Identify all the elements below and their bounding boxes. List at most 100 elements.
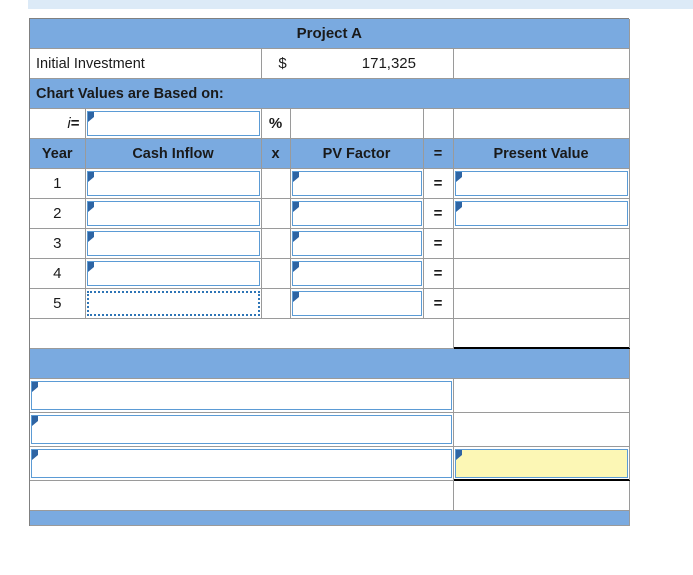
cell-marker-icon [455, 450, 462, 460]
interest-rate-filler-2 [423, 108, 454, 139]
cell-marker-icon [87, 172, 94, 182]
row-year-1: 1 [30, 168, 86, 199]
equals-cell-5: = [423, 288, 454, 319]
cell-marker-icon [292, 172, 299, 182]
row-year-3: 3 [30, 228, 86, 259]
lower-row-1 [30, 378, 630, 413]
pv-factor-cell-1[interactable] [290, 168, 424, 199]
cell-marker-icon [32, 382, 38, 392]
lower-label-cell-3[interactable] [30, 446, 454, 481]
cell-marker-icon [32, 450, 38, 460]
cell-marker-icon [292, 262, 299, 272]
interest-rate-input[interactable] [86, 111, 260, 136]
pv-factor-input-4[interactable] [291, 261, 422, 286]
initial-investment-trailing-cell [453, 48, 630, 79]
chart-values-note-row: Chart Values are Based on: [30, 78, 630, 109]
lower-label-cell-2[interactable] [30, 412, 454, 447]
row-year-5: 5 [30, 288, 86, 319]
interest-rate-label: i= [30, 108, 86, 139]
multiply-cell-5 [261, 288, 291, 319]
table-row: 4 = [30, 258, 630, 289]
interest-rate-filler-1 [290, 108, 424, 139]
subtotal-label [30, 318, 454, 349]
title-row: Project A [30, 19, 630, 49]
lower-label-cell-1[interactable] [30, 378, 454, 413]
pv-factor-input-1[interactable] [291, 171, 422, 196]
initial-investment-row: Initial Investment $ 171,325 [30, 48, 630, 79]
initial-investment-label: Initial Investment [30, 48, 262, 79]
cash-inflow-cell-5[interactable] [85, 288, 262, 319]
column-header-row: Year Cash Inflow x PV Factor = Present V… [30, 138, 630, 169]
cell-marker-icon [87, 262, 94, 272]
cell-marker-icon [87, 112, 94, 122]
subtotal-row [30, 318, 630, 349]
header-cash-inflow: Cash Inflow [85, 138, 262, 169]
header-present-value: Present Value [453, 138, 630, 169]
lower-label-input-3[interactable] [31, 449, 452, 478]
cash-inflow-input-3[interactable] [86, 231, 260, 256]
present-value-input-1[interactable] [454, 171, 628, 196]
cell-marker-icon [87, 232, 94, 242]
result-value-cell[interactable] [453, 446, 630, 481]
interest-rate-equals: = [70, 115, 80, 132]
present-value-cell-5 [453, 288, 630, 319]
cash-inflow-cell-2[interactable] [85, 198, 262, 229]
cell-marker-icon [455, 172, 462, 182]
multiply-cell-1 [261, 168, 291, 199]
project-title: Project A [30, 19, 630, 49]
pv-factor-cell-2[interactable] [290, 198, 424, 229]
cash-inflow-input-2[interactable] [86, 201, 260, 226]
equals-cell-2: = [423, 198, 454, 229]
lower-section-band-row [30, 348, 630, 379]
present-value-input-2[interactable] [454, 201, 628, 226]
pv-factor-input-2[interactable] [291, 201, 422, 226]
pv-factor-input-5[interactable] [291, 291, 422, 316]
cell-marker-icon [87, 202, 94, 212]
interest-rate-input-cell[interactable] [85, 108, 262, 139]
multiply-cell-2 [261, 198, 291, 229]
cell-marker-icon [292, 292, 299, 302]
pv-factor-cell-3[interactable] [290, 228, 424, 259]
header-multiply: x [261, 138, 291, 169]
table-row: 2 = [30, 198, 630, 229]
initial-investment-amount: 171,325 [303, 50, 423, 77]
lower-label-input-1[interactable] [31, 381, 452, 410]
present-value-cell-1[interactable] [453, 168, 630, 199]
table-row: 3 = [30, 228, 630, 259]
interest-rate-row: i= % [30, 108, 630, 139]
cell-marker-icon [292, 232, 299, 242]
pv-factor-input-3[interactable] [291, 231, 422, 256]
table-row: 5 = [30, 288, 630, 319]
percent-symbol: % [261, 108, 291, 139]
cash-inflow-cell-4[interactable] [85, 258, 262, 289]
table-row: 1 = [30, 168, 630, 199]
equals-cell-1: = [423, 168, 454, 199]
result-value-input[interactable] [454, 449, 628, 478]
header-year: Year [30, 138, 86, 169]
cash-inflow-input-4[interactable] [86, 261, 260, 286]
lower-section-band [30, 348, 630, 379]
cash-inflow-cell-3[interactable] [85, 228, 262, 259]
equals-cell-4: = [423, 258, 454, 289]
cash-inflow-input-5[interactable] [86, 291, 260, 316]
final-value-cell [453, 480, 630, 511]
cash-inflow-input-1[interactable] [86, 171, 260, 196]
worksheet-grid: Project A Initial Investment $ 171,325 C… [30, 19, 630, 526]
multiply-cell-3 [261, 228, 291, 259]
final-row [30, 480, 630, 511]
lower-value-cell-2 [453, 412, 630, 447]
top-accent-strip [28, 0, 693, 9]
final-label-cell [30, 480, 454, 511]
lower-row-3 [30, 446, 630, 481]
pv-factor-cell-4[interactable] [290, 258, 424, 289]
chart-values-note: Chart Values are Based on: [30, 78, 630, 109]
present-value-cell-2[interactable] [453, 198, 630, 229]
lower-label-input-2[interactable] [31, 415, 452, 444]
lower-value-cell-1 [453, 378, 630, 413]
cell-marker-icon [455, 202, 462, 212]
pv-factor-cell-5[interactable] [290, 288, 424, 319]
bottom-band-row [30, 510, 630, 526]
currency-symbol: $ [261, 50, 304, 77]
cash-inflow-cell-1[interactable] [85, 168, 262, 199]
equals-cell-3: = [423, 228, 454, 259]
